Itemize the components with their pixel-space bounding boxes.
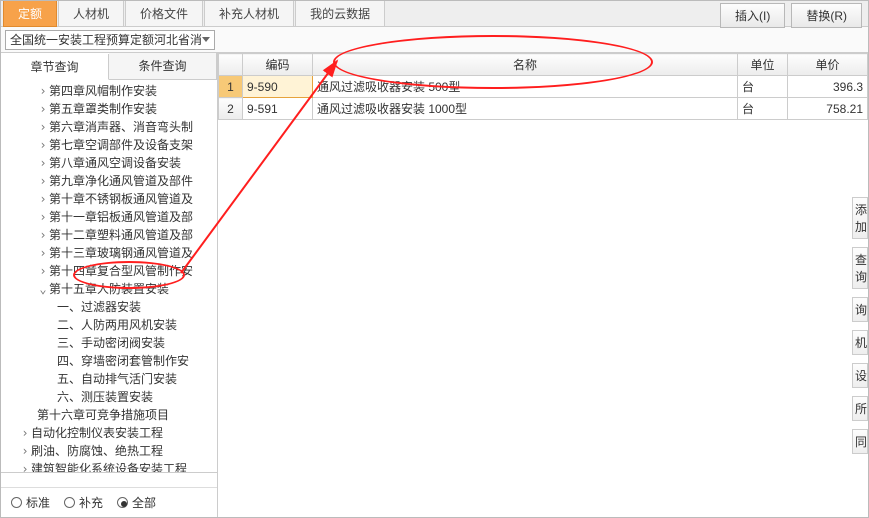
- side-btn[interactable]: 同: [852, 429, 868, 454]
- cell-unit[interactable]: 台: [738, 98, 788, 120]
- tree-item[interactable]: 四、穿墙密闭套管制作安: [57, 354, 189, 368]
- expand-icon[interactable]: ›: [19, 443, 31, 459]
- col-name[interactable]: 名称: [313, 54, 738, 76]
- tab-cloud[interactable]: 我的云数据: [295, 0, 385, 26]
- tree-item[interactable]: 第六章消声器、消音弯头制: [49, 120, 193, 134]
- tab-buchong[interactable]: 补充人材机: [204, 0, 294, 26]
- tree-item[interactable]: 第十一章铝板通风管道及部: [49, 210, 193, 224]
- radio-icon: [11, 497, 22, 508]
- tree-item[interactable]: 刷油、防腐蚀、绝热工程: [31, 444, 163, 458]
- expand-icon[interactable]: ›: [19, 461, 31, 473]
- expand-icon[interactable]: ›: [37, 119, 49, 135]
- radio-supplement[interactable]: 补充: [64, 494, 103, 511]
- chapter-tree[interactable]: ›第四章风帽制作安装 ›第五章罩类制作安装 ›第六章消声器、消音弯头制 ›第七章…: [1, 80, 217, 473]
- expand-icon[interactable]: ›: [37, 137, 49, 153]
- cell-price[interactable]: 396.3: [788, 76, 868, 98]
- expand-icon[interactable]: ›: [37, 155, 49, 171]
- side-btn[interactable]: 机: [852, 330, 868, 355]
- corner-cell: [219, 54, 243, 76]
- expand-icon[interactable]: ›: [37, 101, 49, 117]
- combo-text: 全国统一安装工程预算定额河北省消: [10, 31, 202, 48]
- expand-icon[interactable]: ›: [37, 263, 49, 279]
- tree-item[interactable]: 第十五章人防装置安装: [49, 282, 169, 296]
- radio-all[interactable]: 全部: [117, 494, 156, 511]
- cell-code[interactable]: 9-590: [243, 76, 313, 98]
- tree-item[interactable]: 第四章风帽制作安装: [49, 84, 157, 98]
- side-btn[interactable]: 添加: [852, 197, 868, 239]
- tab-dinge[interactable]: 定额: [3, 0, 57, 27]
- tree-item[interactable]: 自动化控制仪表安装工程: [31, 426, 163, 440]
- radio-standard[interactable]: 标准: [11, 494, 50, 511]
- row-index: 2: [219, 98, 243, 120]
- expand-icon[interactable]: ›: [37, 191, 49, 207]
- tree-item[interactable]: 五、自动排气活门安装: [57, 372, 177, 386]
- cell-name[interactable]: 通风过滤吸收器安装 500型: [313, 76, 738, 98]
- tree-item[interactable]: 建筑智能化系统设备安装工程: [31, 462, 187, 473]
- tree-item[interactable]: 第十三章玻璃钢通风管道及: [49, 246, 193, 260]
- expand-icon[interactable]: ›: [19, 425, 31, 441]
- radio-icon: [64, 497, 75, 508]
- chevron-down-icon: [202, 37, 210, 42]
- tree-item[interactable]: 六、测压装置安装: [57, 390, 153, 404]
- replace-button[interactable]: 替换(R): [791, 3, 862, 28]
- tab-jiage[interactable]: 价格文件: [125, 0, 203, 26]
- side-btn[interactable]: 询: [852, 297, 868, 322]
- side-btn[interactable]: 设: [852, 363, 868, 388]
- quota-book-combo[interactable]: 全国统一安装工程预算定额河北省消: [5, 30, 215, 50]
- tab-rencaiji[interactable]: 人材机: [58, 0, 124, 26]
- expand-icon[interactable]: ›: [37, 209, 49, 225]
- quota-grid[interactable]: 编码 名称 单位 单价 1 9-590 通风过滤吸收器安装 500型 台 396…: [218, 53, 868, 120]
- side-btn[interactable]: 所: [852, 396, 868, 421]
- col-unit[interactable]: 单位: [738, 54, 788, 76]
- tree-item[interactable]: 第九章净化通风管道及部件: [49, 174, 193, 188]
- tree-item[interactable]: 第十章不锈钢板通风管道及: [49, 192, 193, 206]
- expand-icon[interactable]: ›: [37, 173, 49, 189]
- expand-icon[interactable]: ›: [37, 227, 49, 243]
- cell-code[interactable]: 9-591: [243, 98, 313, 120]
- tree-h-scroll[interactable]: [1, 473, 217, 487]
- cell-price[interactable]: 758.21: [788, 98, 868, 120]
- tree-item[interactable]: 第十四章复合型风管制作安: [49, 264, 193, 278]
- tree-item-filter-install[interactable]: 一、过滤器安装: [57, 300, 141, 314]
- expand-icon[interactable]: ›: [37, 83, 49, 99]
- tree-item[interactable]: 第十六章可竞争措施项目: [37, 408, 169, 422]
- tree-item[interactable]: 第十二章塑料通风管道及部: [49, 228, 193, 242]
- row-index: 1: [219, 76, 243, 98]
- table-row[interactable]: 1 9-590 通风过滤吸收器安装 500型 台 396.3: [219, 76, 868, 98]
- tab-chapter-query[interactable]: 章节查询: [1, 54, 109, 80]
- cell-name[interactable]: 通风过滤吸收器安装 1000型: [313, 98, 738, 120]
- tree-item[interactable]: 二、人防两用风机安装: [57, 318, 177, 332]
- radio-icon: [117, 497, 128, 508]
- side-btn[interactable]: 查询: [852, 247, 868, 289]
- table-row[interactable]: 2 9-591 通风过滤吸收器安装 1000型 台 758.21: [219, 98, 868, 120]
- tree-item[interactable]: 第七章空调部件及设备支架: [49, 138, 193, 152]
- col-code[interactable]: 编码: [243, 54, 313, 76]
- tree-item[interactable]: 三、手动密闭阀安装: [57, 336, 165, 350]
- collapse-icon[interactable]: ⌄: [37, 281, 49, 297]
- tab-condition-query[interactable]: 条件查询: [109, 53, 217, 79]
- expand-icon[interactable]: ›: [37, 245, 49, 261]
- cell-unit[interactable]: 台: [738, 76, 788, 98]
- tree-item[interactable]: 第五章罩类制作安装: [49, 102, 157, 116]
- tree-item[interactable]: 第八章通风空调设备安装: [49, 156, 181, 170]
- col-price[interactable]: 单价: [788, 54, 868, 76]
- right-edge-panel: 添加 查询 询 机 设 所 同: [852, 197, 868, 462]
- insert-button[interactable]: 插入(I): [720, 3, 785, 28]
